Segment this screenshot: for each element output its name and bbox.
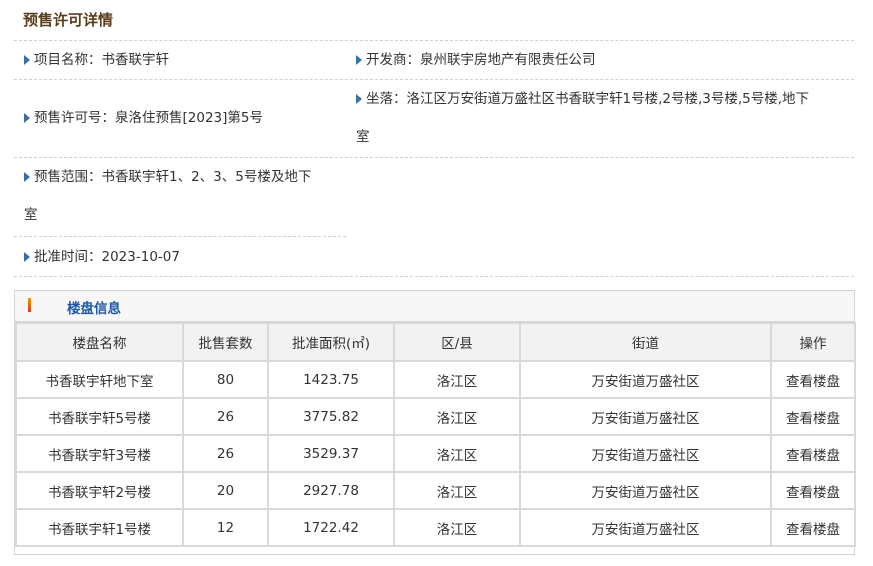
cell-name: 书香联宇轩地下室 [15, 360, 184, 399]
bar-icon [28, 298, 31, 312]
triangle-right-icon [24, 113, 30, 123]
building-info-panel: 楼盘信息 楼盘名称 批售套数 批准面积(㎡) 区/县 街道 操作 书香联宇轩地下… [14, 290, 856, 555]
triangle-right-icon [24, 252, 30, 262]
cell-street: 万安街道万盛社区 [519, 434, 772, 473]
building-table: 楼盘名称 批售套数 批准面积(㎡) 区/县 街道 操作 书香联宇轩地下室 80 … [15, 322, 856, 547]
view-building-link[interactable]: 查看楼盘 [770, 508, 856, 547]
info-row-4: 批准时间：2023-10-07 [14, 237, 854, 277]
col-header: 批准面积(㎡) [267, 322, 395, 362]
table-header-row: 楼盘名称 批售套数 批准面积(㎡) 区/县 街道 操作 [15, 322, 856, 362]
cell-area: 1722.42 [267, 508, 395, 547]
triangle-right-icon [24, 55, 30, 65]
location: 坐落：洛江区万安街道万盛社区书香联宇轩1号楼,2号楼,3号楼,5号楼,地下 [356, 80, 809, 118]
location-line-2: 室 [356, 129, 370, 145]
view-building-link[interactable]: 查看楼盘 [770, 360, 856, 399]
developer: 开发商：泉州联宇房地产有限责任公司 [356, 41, 596, 79]
table-row: 书香联宇轩5号楼 26 3775.82 洛江区 万安街道万盛社区 查看楼盘 [15, 397, 856, 436]
presale-scope-line-2: 室 [24, 207, 38, 223]
cell-district: 洛江区 [393, 434, 521, 473]
table-row: 书香联宇轩1号楼 12 1722.42 洛江区 万安街道万盛社区 查看楼盘 [15, 508, 856, 547]
page-title: 预售许可详情 [23, 11, 114, 29]
cell-units: 26 [182, 397, 269, 436]
table-row: 书香联宇轩2号楼 20 2927.78 洛江区 万安街道万盛社区 查看楼盘 [15, 471, 856, 510]
cell-name: 书香联宇轩2号楼 [15, 471, 184, 510]
cell-units: 20 [182, 471, 269, 510]
triangle-right-icon [356, 94, 362, 104]
cell-name: 书香联宇轩5号楼 [15, 397, 184, 436]
permit-number: 预售许可号：泉洛住预售[2023]第5号 [24, 99, 263, 137]
col-header: 街道 [519, 322, 772, 362]
approval-date: 批准时间：2023-10-07 [24, 238, 180, 276]
cell-units: 80 [182, 360, 269, 399]
panel-header: 楼盘信息 [15, 291, 854, 322]
cell-area: 3775.82 [267, 397, 395, 436]
view-building-link[interactable]: 查看楼盘 [770, 434, 856, 473]
cell-area: 1423.75 [267, 360, 395, 399]
view-building-link[interactable]: 查看楼盘 [770, 471, 856, 510]
cell-street: 万安街道万盛社区 [519, 471, 772, 510]
col-header: 批售套数 [182, 322, 269, 362]
info-row-1: 项目名称：书香联宇轩 开发商：泉州联宇房地产有限责任公司 [14, 41, 854, 80]
cell-district: 洛江区 [393, 397, 521, 436]
cell-units: 26 [182, 434, 269, 473]
info-row-2: 预售许可号：泉洛住预售[2023]第5号 坐落：洛江区万安街道万盛社区书香联宇轩… [14, 80, 854, 158]
col-header: 区/县 [393, 322, 521, 362]
cell-district: 洛江区 [393, 508, 521, 547]
panel-title: 楼盘信息 [67, 301, 121, 317]
table-row: 书香联宇轩地下室 80 1423.75 洛江区 万安街道万盛社区 查看楼盘 [15, 360, 856, 399]
cell-name: 书香联宇轩3号楼 [15, 434, 184, 473]
table-row: 书香联宇轩3号楼 26 3529.37 洛江区 万安街道万盛社区 查看楼盘 [15, 434, 856, 473]
cell-street: 万安街道万盛社区 [519, 360, 772, 399]
view-building-link[interactable]: 查看楼盘 [770, 397, 856, 436]
info-row-3: 预售范围：书香联宇轩1、2、3、5号楼及地下 室 [14, 158, 854, 237]
presale-scope: 预售范围：书香联宇轩1、2、3、5号楼及地下 [24, 158, 311, 196]
col-header: 操作 [770, 322, 856, 362]
triangle-right-icon [356, 55, 362, 65]
cell-district: 洛江区 [393, 360, 521, 399]
cell-area: 3529.37 [267, 434, 395, 473]
cell-street: 万安街道万盛社区 [519, 508, 772, 547]
cell-district: 洛江区 [393, 471, 521, 510]
triangle-right-icon [24, 172, 30, 182]
cell-units: 12 [182, 508, 269, 547]
col-header: 楼盘名称 [15, 322, 184, 362]
cell-street: 万安街道万盛社区 [519, 397, 772, 436]
cell-area: 2927.78 [267, 471, 395, 510]
project-name: 项目名称：书香联宇轩 [24, 41, 169, 79]
cell-name: 书香联宇轩1号楼 [15, 508, 184, 547]
